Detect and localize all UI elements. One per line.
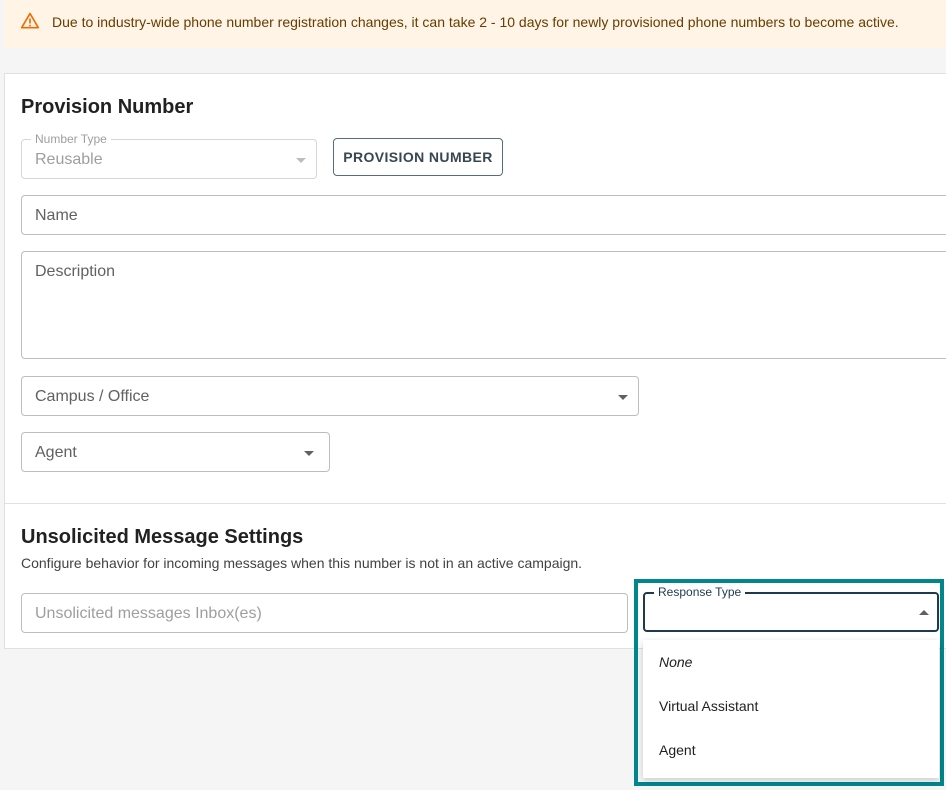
number-type-value: Reusable [35, 151, 103, 168]
chevron-down-icon [618, 395, 628, 400]
response-type-menu: None Virtual Assistant Agent [643, 640, 939, 778]
inbox-placeholder: Unsolicited messages Inbox(es) [35, 605, 262, 622]
warning-message: Due to industry-wide phone number regist… [52, 14, 899, 30]
provision-number-button[interactable]: PROVISION NUMBER [333, 138, 503, 176]
warning-icon [20, 12, 40, 29]
campus-office-select[interactable]: Campus / Office [21, 376, 639, 416]
chevron-down-icon [296, 158, 306, 163]
name-field[interactable]: Name [21, 195, 946, 235]
number-type-select[interactable]: Number Type Reusable [21, 132, 317, 179]
unsolicited-title: Unsolicited Message Settings [21, 526, 304, 548]
unsolicited-inbox-field[interactable]: Unsolicited messages Inbox(es) [21, 593, 628, 633]
description-field[interactable]: Description [21, 251, 946, 359]
agent-placeholder: Agent [35, 444, 77, 461]
name-placeholder: Name [35, 207, 78, 224]
provision-card: Provision Number Number Type Reusable PR… [4, 73, 946, 649]
menu-option-agent[interactable]: Agent [659, 742, 696, 758]
section-divider [5, 503, 946, 504]
number-type-label: Number Type [31, 132, 111, 146]
chevron-down-icon [304, 451, 314, 456]
response-type-label: Response Type [654, 585, 746, 599]
chevron-up-icon [919, 610, 929, 615]
menu-option-virtual-assistant[interactable]: Virtual Assistant [659, 698, 758, 714]
response-type-select[interactable]: Response Type [643, 585, 939, 632]
warning-banner: Due to industry-wide phone number regist… [4, 0, 946, 48]
description-placeholder: Description [35, 263, 116, 280]
menu-option-none[interactable]: None [659, 654, 692, 670]
provision-title: Provision Number [21, 96, 194, 118]
unsolicited-subtitle: Configure behavior for incoming messages… [21, 555, 583, 571]
campus-office-placeholder: Campus / Office [35, 388, 150, 405]
agent-select[interactable]: Agent [21, 432, 330, 472]
